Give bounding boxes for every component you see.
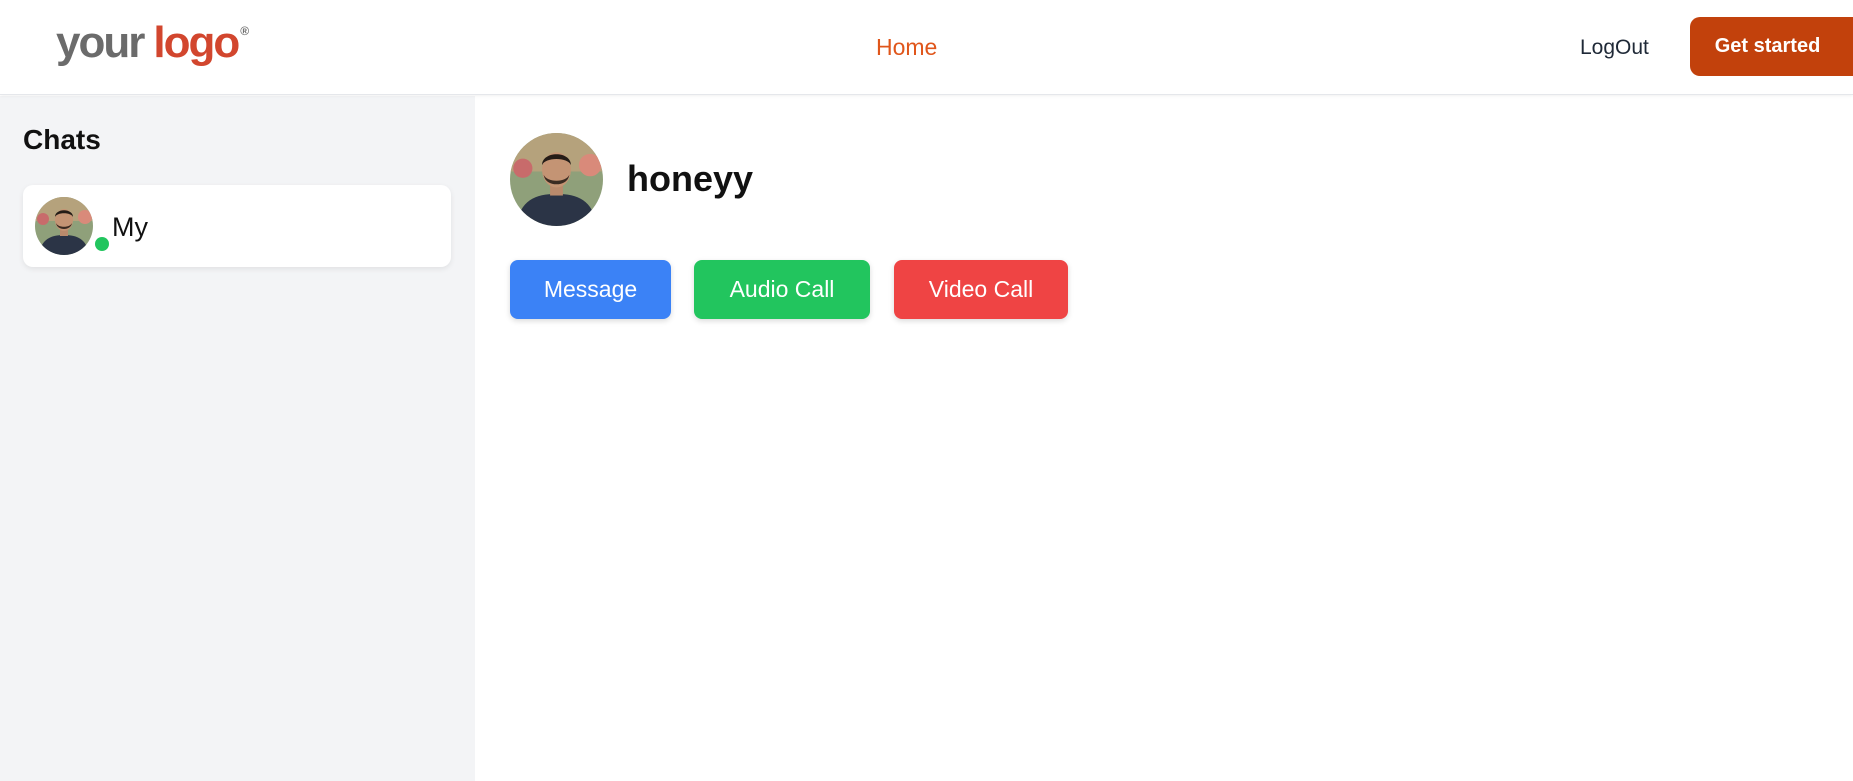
chats-sidebar: Chats My [0,96,475,781]
brand-logo[interactable]: your logo ® [56,18,249,70]
chat-contact-name: My [112,212,148,242]
chat-list-item[interactable]: My [23,185,451,267]
logout-link[interactable]: LogOut [1580,36,1649,60]
registered-mark: ® [240,24,250,38]
nav-home-link[interactable]: Home [876,34,937,61]
video-call-button[interactable]: Video Call [894,260,1068,319]
profile-name: honeyy [627,158,754,199]
profile-avatar [510,133,603,226]
get-started-button[interactable]: Get started [1690,17,1853,76]
profile-panel: honeyy Message Audio Call Video Call [475,96,1853,781]
online-status-dot [95,237,109,251]
logo-word-logo: logo [153,18,240,67]
top-navbar: your logo ® Home LogOut Get started [0,0,1853,95]
audio-call-button[interactable]: Audio Call [694,260,870,319]
message-button[interactable]: Message [510,260,671,319]
avatar [35,197,93,255]
user-photo-icon [35,197,93,255]
logo-word-your: your [56,18,145,67]
user-photo-icon [510,133,603,226]
sidebar-title: Chats [23,124,101,155]
